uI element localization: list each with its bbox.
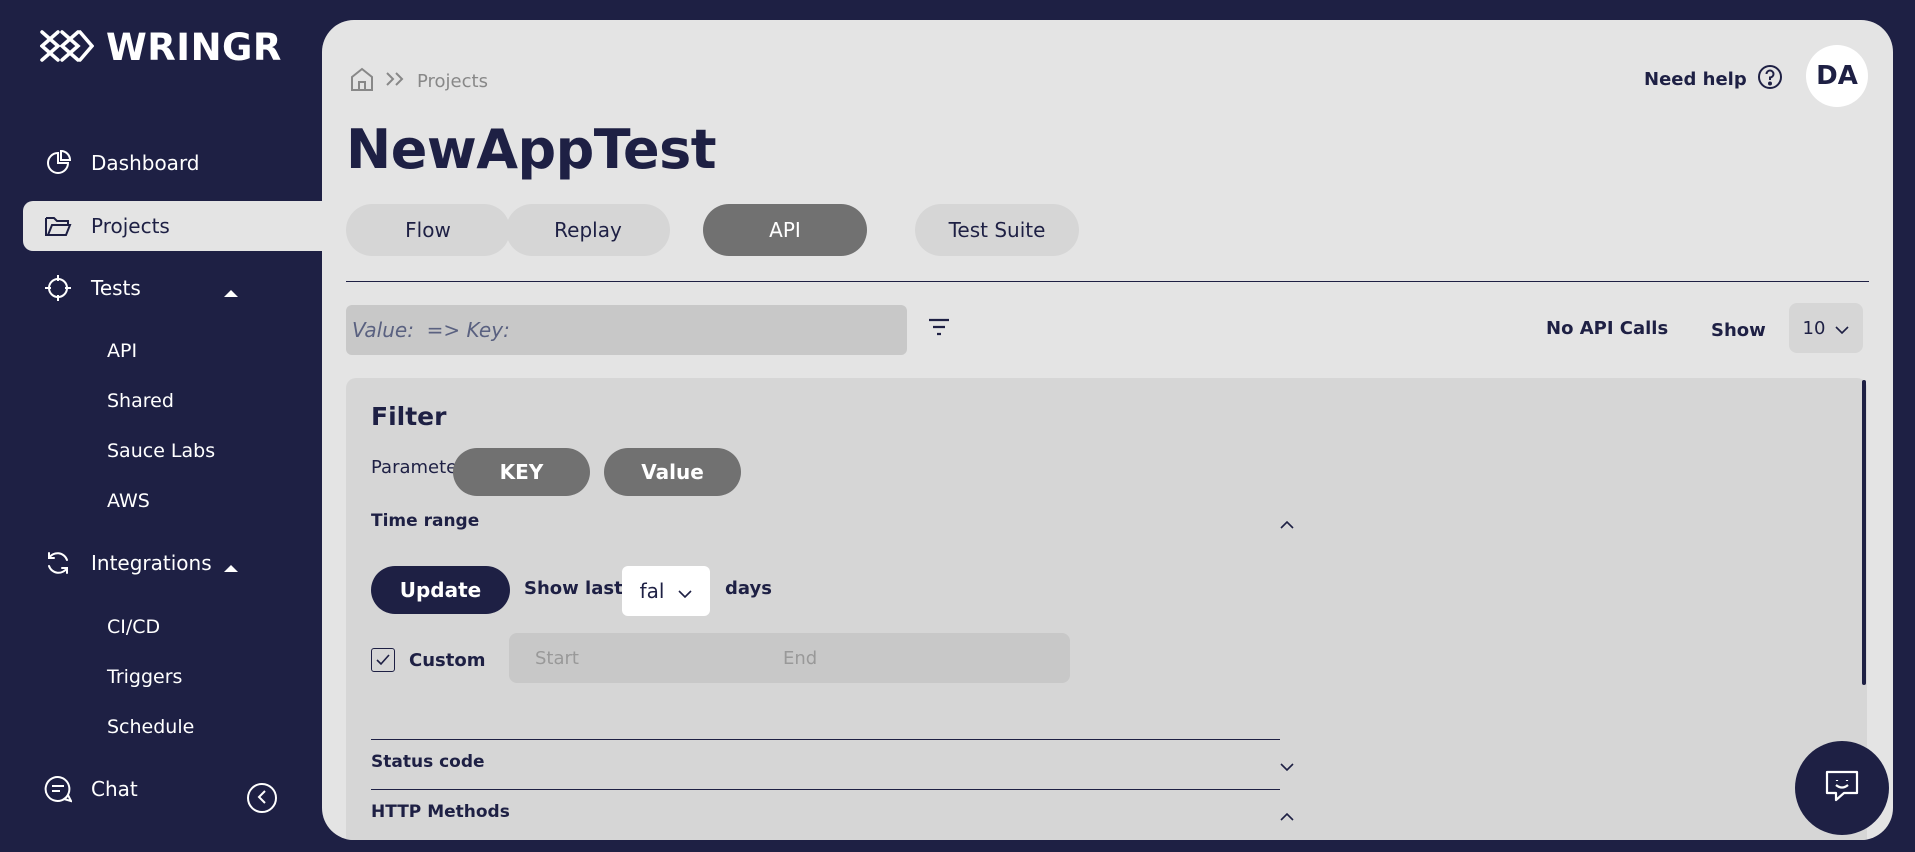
checkmark-icon (376, 651, 390, 670)
scrollbar[interactable] (1862, 380, 1866, 685)
tab-api[interactable]: API (703, 204, 867, 256)
chat-bubble-icon (1824, 769, 1860, 807)
page-size-value: 10 (1802, 317, 1826, 339)
sidebar-subitem-triggers[interactable]: Triggers (107, 666, 182, 688)
end-date-input[interactable] (757, 633, 1070, 683)
breadcrumb-projects[interactable]: Projects (417, 71, 488, 92)
help-link[interactable]: Need help (1644, 64, 1783, 95)
http-methods-label[interactable]: HTTP Methods (371, 802, 510, 822)
sidebar-item-label: Projects (91, 214, 170, 238)
sidebar-subitem-schedule[interactable]: Schedule (107, 716, 194, 738)
sidebar-item-label: Dashboard (91, 151, 200, 175)
avatar[interactable]: DA (1806, 45, 1868, 107)
sidebar-item-projects[interactable]: Projects (23, 201, 325, 251)
sidebar-item-chat[interactable]: Chat (23, 764, 323, 814)
help-label: Need help (1644, 69, 1747, 90)
chevron-left-icon (256, 789, 268, 808)
show-last-label: Show last (524, 578, 623, 599)
sidebar-subitem-cicd[interactable]: CI/CD (107, 616, 160, 638)
caret-up-icon[interactable] (223, 554, 239, 578)
parameter-label: Parameter (371, 457, 465, 478)
sidebar-item-label: Tests (91, 276, 141, 300)
filter-title: Filter (371, 402, 447, 431)
folder-icon (43, 211, 73, 241)
app-logo: WRINGR (39, 26, 282, 69)
breadcrumb: Projects (349, 66, 488, 97)
custom-checkbox[interactable] (371, 648, 395, 672)
section-divider (371, 789, 1280, 790)
sidebar-subitem-aws[interactable]: AWS (107, 490, 150, 512)
chevron-down-icon (1835, 318, 1850, 339)
question-icon (1757, 64, 1783, 95)
sidebar-subitem-api[interactable]: API (107, 340, 137, 362)
show-label: Show (1711, 320, 1766, 341)
page-size-select[interactable]: 10 (1789, 303, 1863, 353)
chevron-down-icon[interactable] (1280, 756, 1294, 775)
chevron-up-icon[interactable] (1280, 514, 1294, 533)
filter-icon[interactable] (928, 318, 950, 340)
breadcrumb-separator-icon (385, 71, 407, 92)
update-button[interactable]: Update (371, 566, 510, 614)
sidebar-item-label: Chat (91, 777, 138, 801)
sidebar-item-dashboard[interactable]: Dashboard (23, 138, 323, 188)
collapse-sidebar-button[interactable] (247, 783, 277, 813)
app-name: WRINGR (106, 26, 282, 69)
api-calls-status: No API Calls (1546, 318, 1669, 339)
chat-support-button[interactable] (1795, 741, 1889, 835)
tab-test-suite[interactable]: Test Suite (915, 204, 1079, 256)
search-input[interactable] (346, 305, 907, 355)
sidebar-subitem-shared[interactable]: Shared (107, 390, 174, 412)
key-button[interactable]: KEY (453, 448, 590, 496)
wringr-logo-icon (39, 28, 95, 68)
sidebar-item-tests[interactable]: Tests (23, 263, 323, 313)
chat-icon (43, 774, 73, 804)
main-panel: Projects Need help DA NewAppTest Flow Re… (322, 20, 1893, 840)
caret-up-icon[interactable] (223, 279, 239, 303)
refresh-icon (43, 548, 73, 578)
sidebar-item-label: Integrations (91, 551, 212, 575)
days-value: fal (639, 579, 665, 603)
custom-label: Custom (409, 650, 486, 671)
time-range-label[interactable]: Time range (371, 511, 479, 531)
sidebar-subitem-sauce-labs[interactable]: Sauce Labs (107, 440, 215, 462)
pie-chart-icon (43, 148, 73, 178)
tabs-divider (346, 281, 1869, 282)
tab-replay[interactable]: Replay (506, 204, 670, 256)
home-icon[interactable] (349, 66, 375, 97)
chevron-down-icon (678, 579, 692, 603)
value-button[interactable]: Value (604, 448, 741, 496)
filter-panel: Filter Parameter KEY Value Time range Up… (346, 378, 1867, 840)
days-label: days (725, 578, 772, 599)
tab-flow[interactable]: Flow (346, 204, 510, 256)
section-divider (371, 739, 1280, 740)
crosshair-icon (43, 273, 73, 303)
status-code-label[interactable]: Status code (371, 752, 485, 772)
days-select[interactable]: fal (622, 566, 710, 616)
page-title: NewAppTest (346, 118, 717, 181)
sidebar-item-integrations[interactable]: Integrations (23, 538, 323, 588)
chevron-up-icon[interactable] (1280, 806, 1294, 825)
